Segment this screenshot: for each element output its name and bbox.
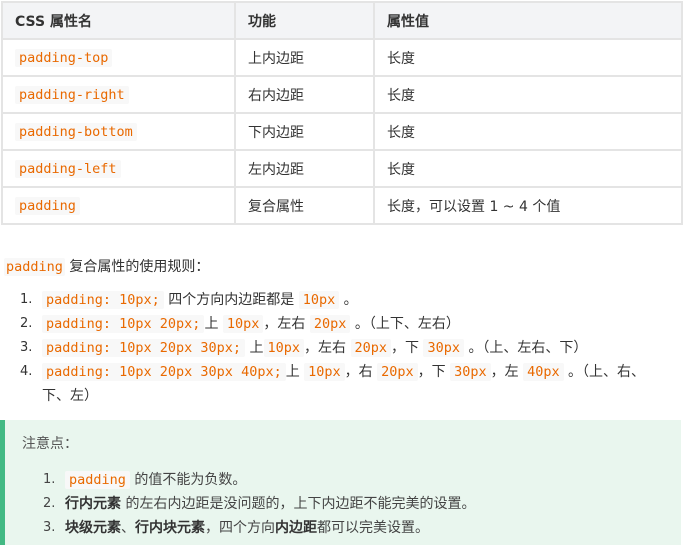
- note-text: 都可以完美设置。: [317, 520, 429, 536]
- cell-value: 长度: [373, 112, 683, 151]
- table-row: padding-bottom 下内边距 长度: [1, 112, 683, 151]
- rule-text: ，左右: [263, 316, 306, 332]
- note-code: padding: [65, 471, 130, 489]
- list-item: 3. 块级元素、行内块元素，四个方向内边距都可以完美设置。: [5, 516, 675, 540]
- note-callout: 注意点： 1. padding 的值不能为负数。 2. 行内元素 的左右内边距是…: [0, 420, 681, 545]
- table-row: padding 复合属性 长度，可以设置 1 ~ 4 个值: [1, 186, 683, 225]
- value-code: 20px: [350, 339, 392, 357]
- note-text: 的左右内边距是没问题的，上下内边距不能完美的设置。: [125, 496, 476, 512]
- rule-code: padding: 10px 20px 30px;: [42, 339, 246, 357]
- intro-paragraph: padding 复合属性的使用规则：: [4, 256, 209, 276]
- rule-text: 上: [285, 364, 300, 380]
- cell-function: 复合属性: [234, 186, 375, 225]
- property-code: padding-top: [15, 48, 113, 67]
- header-value: 属性值: [373, 1, 683, 40]
- property-code: padding-bottom: [15, 122, 137, 141]
- cell-function: 左内边距: [234, 149, 375, 188]
- value-code: 10px: [222, 315, 264, 333]
- header-function: 功能: [234, 1, 375, 40]
- note-bold: 行内元素: [65, 496, 121, 512]
- rule-text: 四个方向内边距都是: [168, 292, 295, 308]
- note-bold: 行内块元素: [135, 520, 205, 536]
- list-number: 4.: [20, 364, 33, 379]
- value-code: 10px: [298, 291, 340, 309]
- value-code: 20px: [309, 315, 351, 333]
- note-text: 、: [121, 520, 135, 536]
- value-code: 10px: [304, 363, 345, 381]
- cell-value: 长度: [373, 149, 683, 188]
- value-code: 40px: [523, 363, 564, 381]
- intro-text: 复合属性的使用规则：: [69, 259, 210, 275]
- property-code: padding-right: [15, 85, 129, 104]
- list-number: 3.: [20, 340, 33, 355]
- table-header-row: CSS 属性名 功能 属性值: [1, 1, 683, 40]
- rule-code: padding: 10px 20px;: [42, 315, 205, 333]
- rule-text: 上: [249, 340, 264, 356]
- table-row: padding-top 上内边距 长度: [1, 38, 683, 77]
- cell-function: 下内边距: [234, 112, 375, 151]
- cell-value: 长度，可以设置 1 ~ 4 个值: [373, 186, 683, 225]
- rule-text: 。: [343, 292, 358, 308]
- rule-text: ，下: [391, 340, 420, 356]
- cell-value: 长度: [373, 75, 683, 114]
- list-number: 1.: [43, 472, 56, 487]
- list-item: 2. padding: 10px 20px; 上 10px ，左右 20px 。（上…: [0, 312, 660, 336]
- cell-property: padding-left: [1, 149, 236, 188]
- table-row: padding-right 右内边距 长度: [1, 75, 683, 114]
- cell-property: padding-bottom: [1, 112, 236, 151]
- value-code: 30px: [423, 339, 464, 357]
- property-code: padding-left: [15, 159, 121, 178]
- rule-text: ，左右: [304, 340, 347, 356]
- rule-text: 上: [204, 316, 219, 332]
- cell-value: 长度: [373, 38, 683, 77]
- value-code: 10px: [263, 339, 305, 357]
- rule-code: padding: 10px;: [42, 291, 164, 309]
- list-item: 2. 行内元素 的左右内边距是没问题的，上下内边距不能完美的设置。: [5, 492, 675, 516]
- cell-property: padding-right: [1, 75, 236, 114]
- header-property-name: CSS 属性名: [1, 1, 236, 40]
- note-title: 注意点：: [22, 436, 78, 452]
- note-text: 的值不能为负数。: [134, 472, 247, 488]
- rule-text: 。（上、左右、下）: [468, 340, 588, 356]
- property-code: padding: [15, 196, 80, 215]
- rules-list: 1. padding: 10px; 四个方向内边距都是 10px 。 2. pa…: [0, 288, 660, 408]
- list-item: 1. padding: 10px; 四个方向内边距都是 10px 。: [0, 288, 660, 312]
- note-bold: 内边距: [275, 520, 317, 536]
- note-bold: 块级元素: [65, 520, 121, 536]
- rule-text: ，左: [490, 364, 519, 380]
- table-row: padding-left 左内边距 长度: [1, 149, 683, 188]
- list-number: 2.: [43, 496, 56, 511]
- rule-text: 。（上下、左右）: [354, 316, 460, 332]
- cell-property: padding-top: [1, 38, 236, 77]
- list-number: 3.: [43, 520, 56, 535]
- list-number: 2.: [20, 316, 33, 331]
- cell-property: padding: [1, 186, 236, 225]
- cell-function: 上内边距: [234, 38, 375, 77]
- rule-text: ，下: [417, 364, 446, 380]
- note-text: ，四个方向: [205, 520, 275, 536]
- list-number: 1.: [20, 292, 33, 307]
- rule-code: padding: 10px 20px 30px 40px;: [42, 363, 286, 381]
- list-item: 3. padding: 10px 20px 30px; 上 10px ，左右 20p…: [0, 336, 660, 360]
- list-item: 1. padding 的值不能为负数。: [5, 468, 675, 492]
- intro-code: padding: [4, 258, 65, 276]
- value-code: 20px: [377, 363, 418, 381]
- list-item: 4. padding: 10px 20px 30px 40px; 上 10px ，右…: [0, 360, 660, 408]
- notes-list: 1. padding 的值不能为负数。 2. 行内元素 的左右内边距是没问题的，…: [5, 468, 675, 540]
- rule-text: ，右: [344, 364, 373, 380]
- cell-function: 右内边距: [234, 75, 375, 114]
- value-code: 30px: [450, 363, 491, 381]
- css-property-table: CSS 属性名 功能 属性值 padding-top 上内边距 长度 paddi…: [1, 1, 683, 225]
